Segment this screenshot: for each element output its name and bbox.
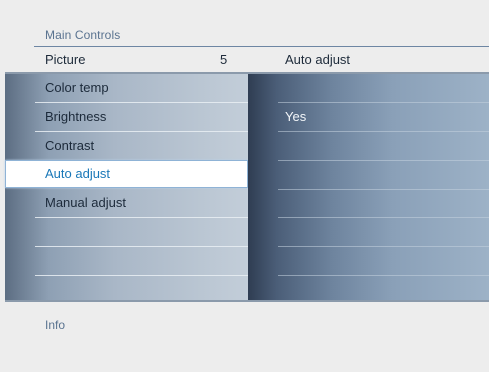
info-label: Info <box>45 318 66 332</box>
menu-item-contrast[interactable]: Contrast <box>5 132 248 160</box>
menu-item-empty[interactable] <box>5 218 248 246</box>
menu-item-empty[interactable] <box>5 276 248 300</box>
menu-item-manual-adjust[interactable]: Manual adjust <box>5 189 248 217</box>
menu-item-label: Auto adjust <box>45 166 111 181</box>
menu-item-auto-adjust[interactable]: Auto adjust <box>5 160 248 188</box>
breadcrumb: Picture 5 Auto adjust <box>0 49 489 71</box>
current-category-label: Picture <box>45 52 86 67</box>
submenu-divider <box>278 189 489 190</box>
submenu-option-yes[interactable]: Yes <box>285 109 306 124</box>
header-divider <box>34 46 489 47</box>
main-menu-list: Color temp Brightness Contrast Auto adju… <box>5 74 248 300</box>
submenu-divider <box>278 275 489 276</box>
menu-item-label: Color temp <box>45 80 109 95</box>
submenu-divider <box>278 102 489 103</box>
menu-item-label: Brightness <box>45 109 107 124</box>
menu-item-brightness[interactable]: Brightness <box>5 103 248 131</box>
menu-item-label: Contrast <box>45 138 95 153</box>
menu-item-color-temp[interactable]: Color temp <box>5 74 248 102</box>
submenu-divider <box>278 246 489 247</box>
menu-item-empty[interactable] <box>5 247 248 275</box>
current-category-value: 5 <box>220 52 228 67</box>
tv-menu-screen: Main Controls Picture 5 Auto adjust Colo… <box>0 0 489 372</box>
footer-divider <box>5 300 489 302</box>
submenu-title: Auto adjust <box>285 52 351 67</box>
submenu-divider <box>278 131 489 132</box>
submenu-divider <box>278 160 489 161</box>
submenu-panel: Yes <box>248 74 489 300</box>
menu-title: Main Controls <box>45 28 121 42</box>
submenu-divider <box>278 217 489 218</box>
menu-item-label: Manual adjust <box>45 195 126 210</box>
